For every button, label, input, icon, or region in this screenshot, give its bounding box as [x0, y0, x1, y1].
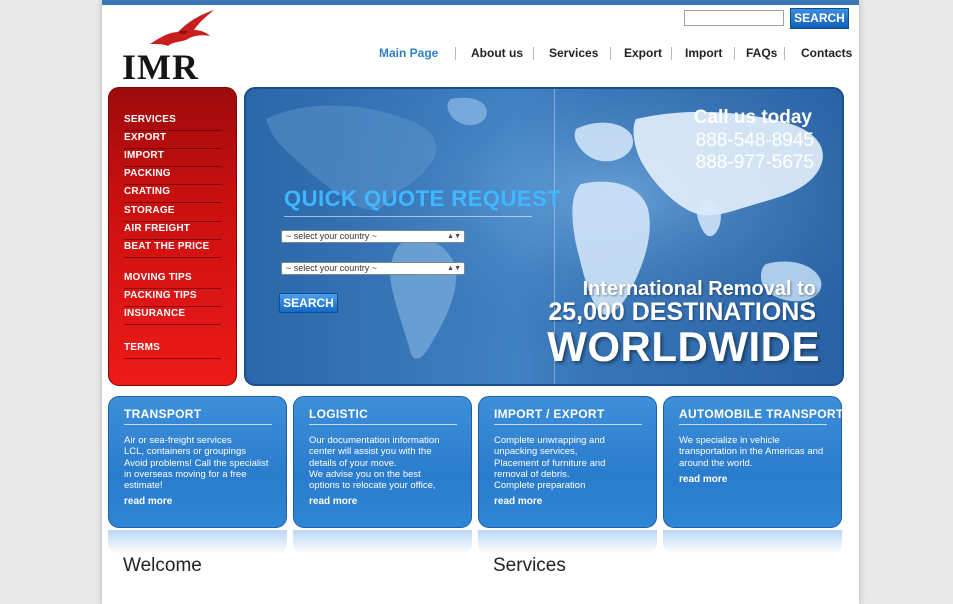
sidebar-item-import[interactable]: IMPORT	[124, 149, 221, 167]
box-text-line: estimate!	[124, 480, 163, 492]
nav-separator	[784, 47, 785, 60]
search-button[interactable]: SEARCH	[790, 8, 849, 29]
box-text-line: removal of debris.	[494, 468, 570, 480]
call-us-title: Call us today	[693, 107, 812, 128]
box-text-line: center will assist you with the	[309, 446, 432, 458]
select-value: ~ select your country ~	[286, 263, 378, 273]
nav-separator	[734, 47, 735, 60]
box-text-line: options to relocate your office,	[309, 480, 436, 492]
box-text: Air or sea-freight services LCL, contain…	[124, 435, 279, 491]
phone-number: 888-977-5675	[695, 152, 814, 173]
nav-contacts[interactable]: Contacts	[801, 46, 852, 60]
box-text-line: details of your move.	[309, 457, 397, 469]
sidebar-item-air-freight[interactable]: AIR FREIGHT	[124, 222, 221, 240]
eagle-icon	[150, 10, 214, 46]
feature-box-automobile-transport: AUTOMOBILE TRANSPORT We specialize in ve…	[663, 396, 844, 528]
nav-import[interactable]: Import	[685, 46, 722, 60]
country-from-select[interactable]: ~ select your country ~ ▲▼	[281, 230, 465, 243]
feature-box-logistic: LOGISTIC Our documentation information c…	[293, 396, 472, 528]
box-divider	[679, 424, 827, 425]
sidebar-item-packing-tips[interactable]: PACKING TIPS	[124, 289, 221, 307]
sidebar-item-storage[interactable]: STORAGE	[124, 204, 221, 222]
welcome-heading: Welcome	[123, 555, 202, 576]
nav-export[interactable]: Export	[624, 46, 662, 60]
read-more-link[interactable]: read more	[309, 496, 357, 507]
sidebar-item-insurance[interactable]: INSURANCE	[124, 307, 221, 325]
read-more-link[interactable]: read more	[124, 496, 172, 507]
box-text-line: Avoid problems! Call the specialist	[124, 457, 269, 469]
box-text-line: Our documentation information	[309, 435, 440, 446]
box-text-line: We specialize in vehicle	[679, 435, 780, 446]
box-reflection	[663, 530, 842, 554]
search-input[interactable]	[684, 10, 784, 26]
select-value: ~ select your country ~	[286, 231, 378, 241]
select-arrow-icon: ▲▼	[447, 233, 461, 240]
box-text: We specialize in vehicle transportation …	[679, 435, 834, 469]
headline-line-3: WORLDWIDE	[547, 323, 820, 370]
sidebar-item-crating[interactable]: CRATING	[124, 185, 221, 203]
box-title: AUTOMOBILE TRANSPORT	[679, 407, 844, 421]
feature-box-transport: TRANSPORT Air or sea-freight services LC…	[108, 396, 287, 528]
nav-about-us[interactable]: About us	[471, 46, 523, 60]
page: IMR SEARCH Main Page About us Services E…	[102, 0, 859, 604]
box-divider	[124, 424, 272, 425]
sidebar-item-beat-the-price[interactable]: BEAT THE PRICE	[124, 240, 221, 258]
sidebar-item-export[interactable]: EXPORT	[124, 131, 221, 149]
sidebar-item-moving-tips[interactable]: MOVING TIPS	[124, 271, 221, 289]
quote-divider	[284, 216, 532, 217]
nav-separator	[455, 47, 456, 60]
nav-separator	[533, 47, 534, 60]
box-text-line: Complete unwrapping and	[494, 435, 605, 446]
box-text-line: transportation in the Americas and	[679, 446, 824, 458]
box-text-line: around the world.	[679, 457, 753, 469]
sidebar-item-services[interactable]: SERVICES	[124, 113, 221, 131]
services-heading: Services	[493, 555, 566, 576]
box-title: IMPORT / EXPORT	[494, 407, 605, 421]
read-more-link[interactable]: read more	[679, 474, 727, 485]
sidebar-item-terms[interactable]: TERMS	[124, 341, 221, 359]
nav-separator	[671, 47, 672, 60]
box-reflection	[293, 530, 472, 554]
select-arrow-icon: ▲▼	[447, 265, 461, 272]
box-reflection	[478, 530, 657, 554]
country-to-select[interactable]: ~ select your country ~ ▲▼	[281, 262, 465, 275]
box-text: Complete unwrapping and unpacking servic…	[494, 435, 649, 491]
box-reflection	[108, 530, 287, 554]
nav-faqs[interactable]: FAQs	[746, 46, 777, 60]
top-accent-bar	[102, 0, 859, 5]
box-text-line: LCL, containers or groupings	[124, 446, 246, 458]
feature-box-import-export: IMPORT / EXPORT Complete unwrapping and …	[478, 396, 657, 528]
box-text-line: Complete preparation	[494, 480, 586, 492]
main-nav: Main Page About us Services Export Impor…	[102, 46, 859, 64]
box-title: TRANSPORT	[124, 407, 202, 421]
box-text: Our documentation information center wil…	[309, 435, 464, 491]
nav-separator	[610, 47, 611, 60]
sidebar-menu: SERVICES EXPORT IMPORT PACKING CRATING S…	[108, 87, 237, 386]
nav-services[interactable]: Services	[549, 46, 598, 60]
quote-search-button[interactable]: SEARCH	[279, 293, 338, 313]
box-text-line: Placement of furniture and	[494, 457, 606, 469]
box-text-line: in overseas moving for a free	[124, 468, 247, 480]
box-divider	[309, 424, 457, 425]
hero-banner: QUICK QUOTE REQUEST ~ select your countr…	[244, 87, 844, 386]
box-text-line: Air or sea-freight services	[124, 435, 232, 446]
box-text-line: unpacking services,	[494, 446, 578, 458]
sidebar-item-packing[interactable]: PACKING	[124, 167, 221, 185]
box-text-line: We advise you on the best	[309, 468, 421, 480]
box-title: LOGISTIC	[309, 407, 369, 421]
nav-main-page[interactable]: Main Page	[379, 46, 438, 60]
phone-number: 888-548-8945	[695, 130, 814, 151]
box-divider	[494, 424, 642, 425]
read-more-link[interactable]: read more	[494, 496, 542, 507]
quote-title: QUICK QUOTE REQUEST	[284, 186, 562, 211]
